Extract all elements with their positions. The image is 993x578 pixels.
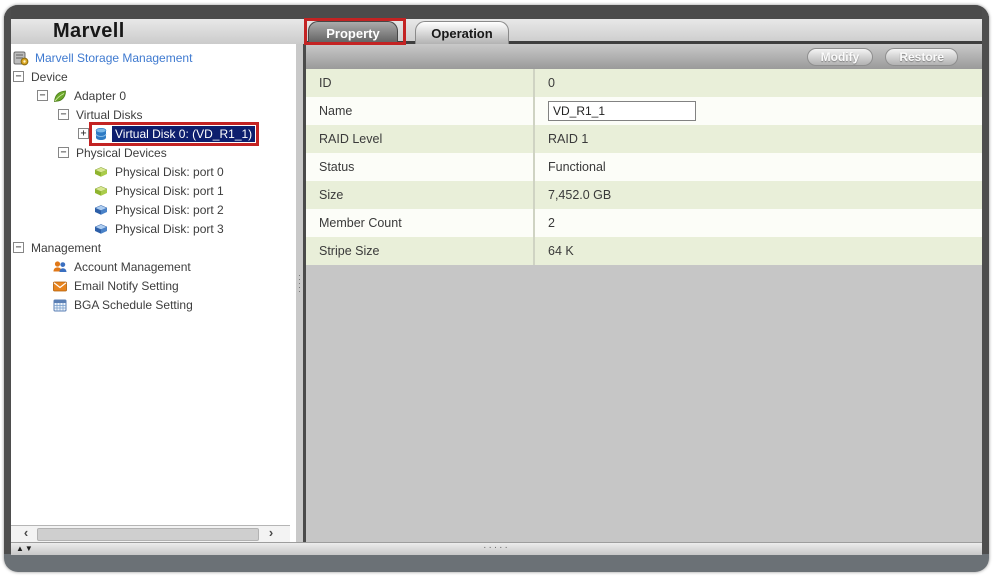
tree-item[interactable]: Email Notify Setting	[11, 276, 296, 295]
virtual-disk-icon	[93, 126, 109, 142]
calendar-icon	[52, 297, 68, 313]
property-label: Size	[306, 188, 533, 202]
bottom-grip-icon[interactable]: ·····	[483, 543, 510, 553]
tree-item-label: Account Management	[71, 259, 194, 275]
property-value: 7,452.0 GB	[533, 181, 982, 209]
tree-item-label: Adapter 0	[71, 88, 129, 104]
tree-item[interactable]: − Adapter 0	[11, 86, 296, 105]
property-label: ID	[306, 76, 533, 90]
scroll-up-down-icon[interactable]: ▲▼	[16, 544, 34, 553]
device-tree: Marvell Storage Management − Device − Ad…	[11, 44, 296, 314]
property-label: Name	[306, 104, 533, 118]
app-window: Marvell Property Operation Marvell Stora…	[4, 5, 989, 572]
tree-item[interactable]: Marvell Storage Management	[11, 48, 296, 67]
restore-button[interactable]: Restore	[885, 48, 958, 66]
property-value: 64 K	[533, 237, 982, 265]
tree-item-label: Email Notify Setting	[71, 278, 182, 294]
tree-item[interactable]: − Virtual Disks	[11, 105, 296, 124]
property-label: RAID Level	[306, 132, 533, 146]
tree-item-label: Physical Disk: port 0	[112, 164, 227, 180]
tree-item-label: Physical Devices	[73, 145, 170, 161]
tab-property[interactable]: Property	[308, 21, 398, 44]
panel-splitter[interactable]: ·····	[296, 44, 303, 542]
storage-management-icon	[13, 50, 29, 66]
tree-item[interactable]: − Device	[11, 67, 296, 86]
property-row: Status Functional	[306, 153, 982, 181]
property-label: Member Count	[306, 216, 533, 230]
tree-item[interactable]: BGA Schedule Setting	[11, 295, 296, 314]
property-label: Stripe Size	[306, 244, 533, 258]
adapter-icon	[52, 88, 68, 104]
property-row: RAID Level RAID 1	[306, 125, 982, 153]
property-row: Member Count 2	[306, 209, 982, 237]
tree-item-label: Physical Disk: port 3	[112, 221, 227, 237]
tree-item-label: BGA Schedule Setting	[71, 297, 196, 313]
scrollbar-thumb[interactable]	[37, 528, 259, 541]
collapse-toggle-icon[interactable]: −	[58, 109, 69, 120]
vd-name-input[interactable]	[548, 101, 696, 121]
physical-disk-blue-icon	[93, 202, 109, 218]
property-toolbar: Modify Restore	[306, 44, 982, 69]
tree-item-label: Virtual Disks	[73, 107, 145, 123]
physical-disk-blue-icon	[93, 221, 109, 237]
tree-item[interactable]: − Physical Devices	[11, 143, 296, 162]
collapse-toggle-icon[interactable]: −	[13, 242, 24, 253]
property-value: Functional	[533, 153, 982, 181]
property-value: 0	[533, 69, 982, 97]
tab-operation[interactable]: Operation	[415, 21, 509, 44]
tree-item-label: Marvell Storage Management	[32, 50, 195, 66]
window-frame-left	[4, 5, 11, 554]
tree-item[interactable]: − Management	[11, 238, 296, 257]
property-row: ID 0	[306, 69, 982, 97]
window-frame-right	[982, 5, 989, 554]
splitter-grip-icon[interactable]: ·····	[296, 274, 303, 294]
property-value: RAID 1	[533, 125, 982, 153]
tree-horizontal-scrollbar[interactable]: ‹ ›	[11, 525, 290, 542]
tree-item-label: Virtual Disk 0: (VD_R1_1)	[112, 126, 255, 142]
tree-item[interactable]: Physical Disk: port 2	[11, 200, 296, 219]
tree-item[interactable]: + Virtual Disk 0: (VD_R1_1)	[11, 124, 296, 143]
tree-item-label: Management	[28, 240, 104, 256]
property-row: Name	[306, 97, 982, 125]
scroll-right-icon[interactable]: ›	[264, 526, 278, 541]
tree-item-label: Physical Disk: port 2	[112, 202, 227, 218]
modify-button[interactable]: Modify	[807, 48, 874, 66]
tree-item[interactable]: Physical Disk: port 3	[11, 219, 296, 238]
property-table: ID 0 Name RAID Level RAID 1 Status Funct…	[306, 69, 982, 265]
account-icon	[52, 259, 68, 275]
tree-item-label: Device	[28, 69, 71, 85]
bottom-status-bar: ▲▼ ·····	[11, 542, 982, 555]
property-panel: Modify Restore ID 0 Name RAID Level RAID…	[306, 44, 982, 542]
collapse-toggle-icon[interactable]: −	[58, 147, 69, 158]
property-row: Stripe Size 64 K	[306, 237, 982, 265]
property-label: Status	[306, 160, 533, 174]
tree-item[interactable]: Account Management	[11, 257, 296, 276]
email-icon	[52, 278, 68, 294]
tree-item-label: Physical Disk: port 1	[112, 183, 227, 199]
collapse-toggle-icon[interactable]: −	[37, 90, 48, 101]
property-row: Size 7,452.0 GB	[306, 181, 982, 209]
marvell-logo: Marvell	[53, 20, 125, 43]
scroll-left-icon[interactable]: ‹	[19, 526, 33, 541]
tree-item[interactable]: Physical Disk: port 1	[11, 181, 296, 200]
expand-toggle-icon[interactable]: +	[78, 128, 89, 139]
tab-strip-underline	[306, 41, 982, 44]
physical-disk-green-icon	[93, 183, 109, 199]
property-value: 2	[533, 209, 982, 237]
property-value	[533, 97, 982, 125]
collapse-toggle-icon[interactable]: −	[13, 71, 24, 82]
device-tree-panel: Marvell Storage Management − Device − Ad…	[11, 44, 296, 542]
physical-disk-green-icon	[93, 164, 109, 180]
window-frame-top	[4, 5, 989, 19]
tree-item[interactable]: Physical Disk: port 0	[11, 162, 296, 181]
